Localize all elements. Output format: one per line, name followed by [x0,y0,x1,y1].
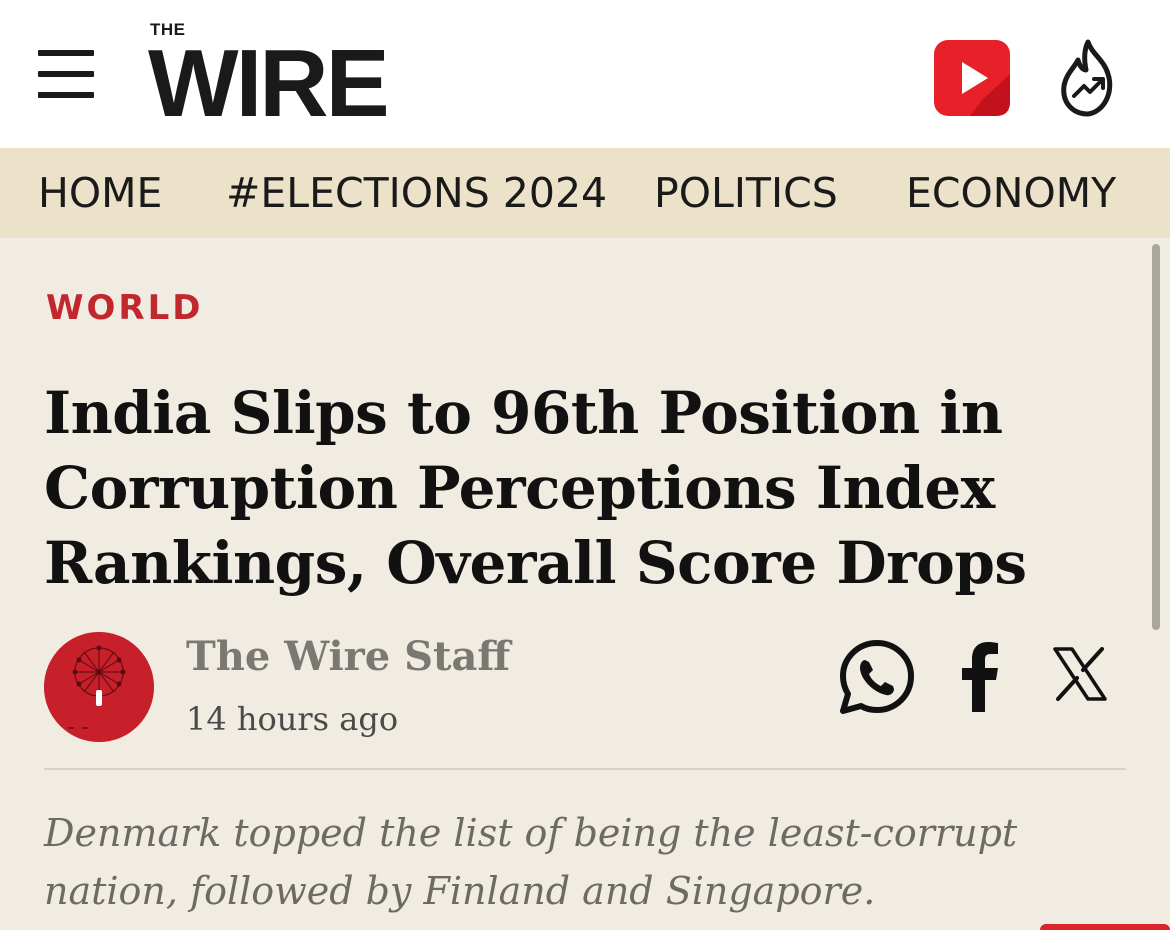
site-logo[interactable]: THE WIRE [148,16,448,132]
article-headline: India Slips to 96th Position in Corrupti… [44,379,1027,597]
nav-item-elections-2024[interactable]: #ELECTIONS 2024 [226,168,607,218]
trending-flame-icon[interactable] [1058,38,1118,118]
byline-divider [44,768,1126,770]
category-label[interactable]: WORLD [46,288,203,328]
page-scrollbar[interactable] [1152,244,1160,630]
article-summary: Denmark topped the list of being the lea… [44,811,1018,913]
whatsapp-icon[interactable] [838,638,916,716]
publish-time: 14 hours ago [186,700,399,738]
youtube-play-icon[interactable] [934,40,1010,116]
author-avatar[interactable] [44,632,154,742]
hamburger-menu-icon[interactable] [38,50,94,102]
site-header: THE WIRE [0,0,1170,148]
main-nav: HOME #ELECTIONS 2024 POLITICS ECONOMY [0,148,1170,238]
bottom-red-tab [1040,924,1170,930]
nav-item-economy[interactable]: ECONOMY [906,168,1116,218]
author-name[interactable]: The Wire Staff [186,632,510,682]
x-icon[interactable] [1052,646,1108,702]
nav-item-politics[interactable]: POLITICS [654,168,838,218]
facebook-icon[interactable] [958,640,1002,712]
logo-wire-text: WIRE [148,30,390,137]
nav-item-home[interactable]: HOME [38,168,162,218]
